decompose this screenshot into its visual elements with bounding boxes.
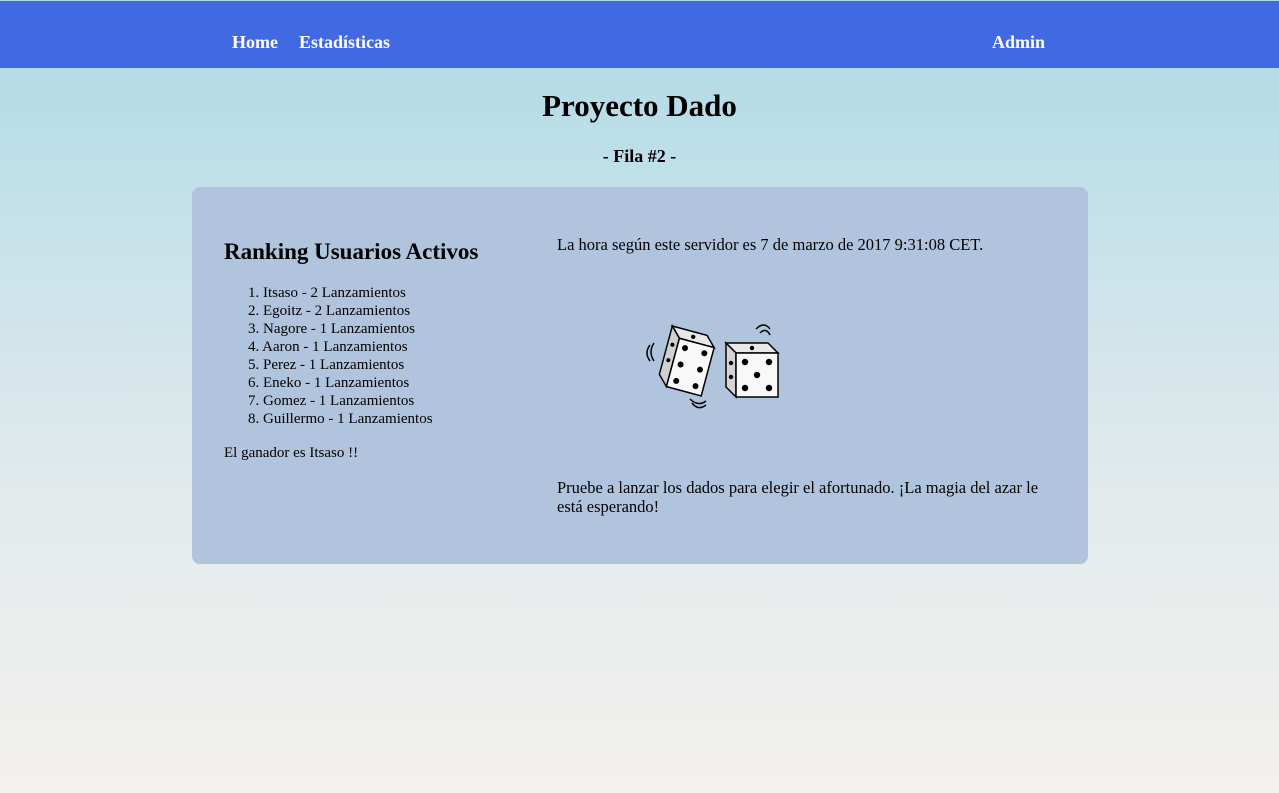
page-subtitle: - Fila #2 - bbox=[602, 146, 677, 166]
ranking-item: 1. Itsaso - 2 Lanzamientos bbox=[248, 285, 406, 301]
dice-icon[interactable] bbox=[642, 315, 792, 415]
nav-admin-link[interactable]: Admin bbox=[992, 32, 1045, 53]
page-title: Proyecto Dado bbox=[542, 88, 737, 123]
ranking-list: 1. Itsaso - 2 Lanzamientos 2. Egoitz - 2… bbox=[248, 284, 433, 428]
server-time-text: La hora según este servidor es 7 de marz… bbox=[557, 235, 984, 254]
winner-text: El ganador es Itsaso !! bbox=[224, 445, 359, 461]
ranking-item: 5. Perez - 1 Lanzamientos bbox=[248, 357, 405, 373]
nav-home-link[interactable]: Home bbox=[232, 32, 278, 53]
main-panel: Ranking Usuarios Activos 1. Itsaso - 2 L… bbox=[192, 187, 1088, 564]
ranking-item: 6. Eneko - 1 Lanzamientos bbox=[248, 375, 410, 391]
ranking-item: 7. Gomez - 1 Lanzamientos bbox=[248, 393, 415, 409]
ranking-title: Ranking Usuarios Activos bbox=[224, 239, 479, 264]
ranking-item: 2. Egoitz - 2 Lanzamientos bbox=[248, 303, 411, 319]
top-navbar: Home Estadísticas Admin bbox=[0, 1, 1279, 68]
invite-text: Pruebe a lanzar los dados para elegir el… bbox=[557, 478, 1039, 516]
ranking-item: 3. Nagore - 1 Lanzamientos bbox=[248, 321, 416, 337]
ranking-item: 4. Aaron - 1 Lanzamientos bbox=[248, 339, 408, 355]
nav-stats-link[interactable]: Estadísticas bbox=[299, 32, 390, 53]
ranking-item: 8. Guillermo - 1 Lanzamientos bbox=[248, 411, 433, 427]
